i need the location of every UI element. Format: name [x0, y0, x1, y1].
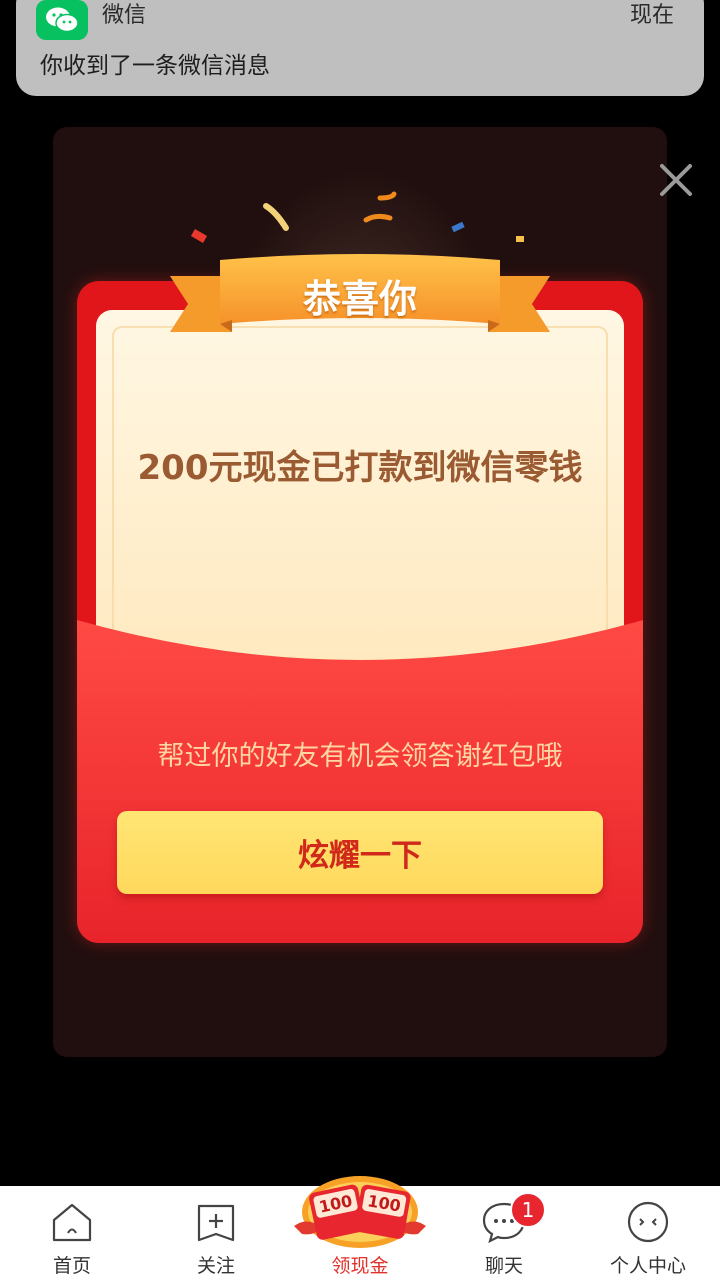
- tab-profile[interactable]: 个人中心: [576, 1186, 720, 1280]
- tab-follow[interactable]: 关注: [144, 1186, 288, 1280]
- ribbon-title: 恭喜你: [302, 277, 417, 321]
- notification-message: 你收到了一条微信消息: [40, 53, 270, 79]
- tab-home-label: 首页: [52, 1255, 91, 1277]
- red-envelope-icon[interactable]: 100 100: [288, 1166, 432, 1250]
- tab-follow-label: 关注: [196, 1255, 235, 1277]
- plus-square-icon: [194, 1200, 238, 1248]
- smiley-face-icon: [626, 1200, 670, 1248]
- chat-unread-badge: 1: [510, 1192, 546, 1228]
- wechat-icon: [36, 0, 88, 40]
- home-icon: [50, 1200, 94, 1248]
- notification-time: 现在: [629, 3, 674, 28]
- tab-home[interactable]: 首页: [0, 1186, 144, 1280]
- tab-profile-label: 个人中心: [609, 1255, 686, 1277]
- notification-app-name: 微信: [102, 3, 147, 28]
- letter-card: [96, 310, 624, 670]
- close-icon[interactable]: [656, 160, 696, 200]
- amount-message: 200元现金已打款到微信零钱: [137, 448, 583, 488]
- share-button[interactable]: 炫耀一下: [117, 811, 603, 894]
- envelope-pocket: [77, 620, 643, 943]
- wechat-notification[interactable]: 微信 现在 你收到了一条微信消息: [16, 0, 704, 96]
- hint-text: 帮过你的好友有机会领答谢红包哦: [157, 741, 563, 772]
- tab-chat-label: 聊天: [484, 1255, 523, 1277]
- tab-get-cash-label: 领现金: [331, 1255, 389, 1277]
- tab-chat[interactable]: 聊天: [432, 1186, 576, 1280]
